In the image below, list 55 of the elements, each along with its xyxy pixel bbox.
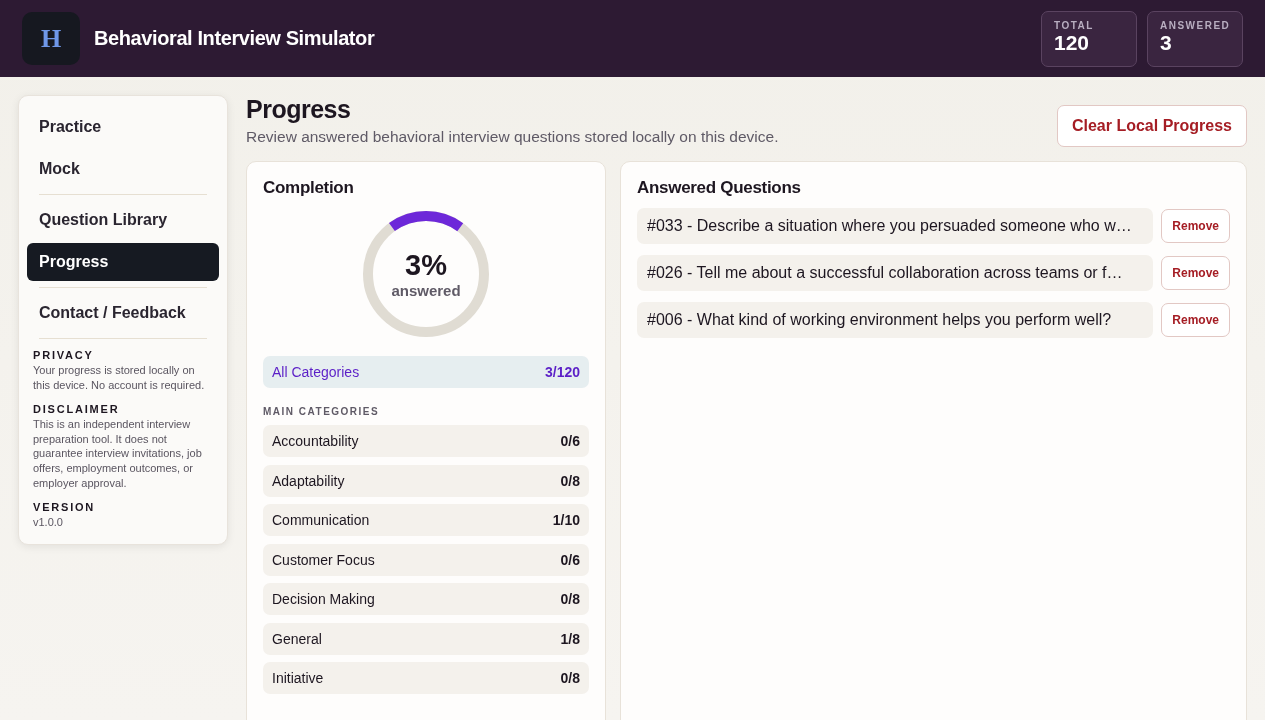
nav-item[interactable]: Practice [27, 108, 219, 146]
remove-button[interactable]: Remove [1161, 209, 1230, 243]
category-row[interactable]: Communication 1/10 [263, 504, 589, 536]
category-name: All Categories [272, 364, 360, 380]
question-item: #033 - Describe a situation where you persuaded someone who w… [637, 208, 1154, 244]
category-name: Customer Focus [272, 551, 375, 568]
category-name: Adaptability [272, 472, 345, 489]
category-row[interactable]: Accountability 0/6 [263, 425, 589, 457]
category-count: 1/10 [552, 512, 580, 528]
nav-item[interactable]: Progress [27, 243, 219, 281]
category-count: 0/8 [560, 670, 580, 686]
category-count: 1/8 [560, 630, 580, 647]
nav-item[interactable]: Mock [27, 150, 219, 188]
page-subtitle: Review answered behavioral interview questions stored locally on this device. [246, 128, 779, 146]
category-row[interactable]: Decision Making 0/8 [263, 583, 589, 615]
category-count: 0/6 [560, 551, 580, 568]
category-name: General [272, 630, 322, 647]
stat-label: TOTAL [1054, 19, 1095, 31]
stat-label: ANSWERED [1160, 19, 1230, 31]
category-row[interactable]: Initiative 0/8 [263, 662, 589, 694]
category-count: 0/8 [560, 472, 580, 489]
section-label: MAIN CATEGORIES [263, 406, 381, 417]
note-heading: PRIVACY [33, 349, 95, 361]
nav-item[interactable]: Contact / Feedback [27, 294, 219, 332]
note-text: This is an independent interview preparation tool. It does not guarantee interview invitations, job offers, employment outcomes, or employer approval. [33, 416, 203, 491]
card-title: Answered Questions [637, 178, 802, 198]
category-count: 3/120 [544, 364, 580, 380]
stat-value: 3 [1160, 30, 1173, 55]
note-text: Your progress is stored locally on this device. No account is required. [33, 363, 206, 393]
category-count: 0/6 [560, 433, 580, 449]
remove-button[interactable]: Remove [1161, 256, 1230, 290]
category-row[interactable]: General 1/8 [263, 622, 589, 655]
category-name: Communication [272, 512, 370, 528]
category-row[interactable]: Adaptability 0/8 [263, 464, 589, 497]
category-name: Decision Making [272, 591, 375, 607]
question-item: #026 - Tell me about a successful collaboration across teams or f… [637, 255, 1154, 291]
percent-label: answered [391, 282, 461, 299]
category-name: Accountability [272, 433, 359, 449]
nav-item[interactable]: Question Library [27, 201, 219, 239]
card-title: Completion [263, 178, 355, 198]
app-title: Behavioral Interview Simulator [94, 27, 375, 50]
stat-value: 120 [1054, 30, 1091, 55]
note-heading: VERSION [33, 500, 97, 513]
category-count: 0/8 [560, 591, 580, 607]
note-text: v1.0.0 [33, 514, 64, 530]
logo-icon: H [22, 12, 80, 65]
percent-value: 3% [405, 249, 447, 282]
category-name: Initiative [272, 670, 324, 686]
page-title: Progress [246, 95, 352, 124]
note-heading: DISCLAIMER [33, 402, 121, 415]
question-item: #006 - What kind of working environment helps you perform well? [637, 302, 1154, 338]
category-row[interactable]: Customer Focus 0/6 [263, 543, 589, 576]
clear-progress-button[interactable]: Clear Local Progress [1056, 105, 1247, 147]
category-row[interactable]: All Categories 3/120 [263, 356, 589, 388]
remove-button[interactable]: Remove [1161, 303, 1230, 337]
